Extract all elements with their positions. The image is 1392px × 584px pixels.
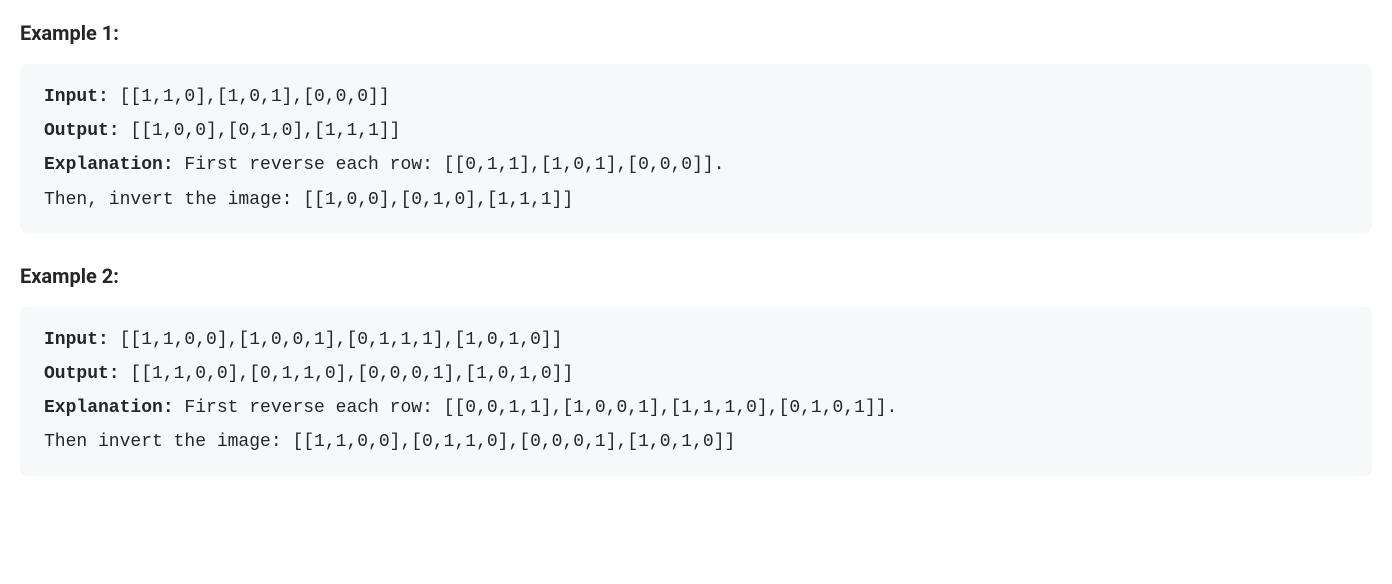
explanation-label: Explanation:: [44, 398, 174, 418]
output-value: [[1,1,0,0],[0,1,1,0],[0,0,0,1],[1,0,1,0]…: [120, 364, 574, 384]
example-section: Example 2: Input: [[1,1,0,0],[1,0,0,1],[…: [20, 261, 1372, 476]
example-heading: Example 1:: [20, 18, 1372, 48]
output-label: Output:: [44, 364, 120, 384]
example-heading: Example 2:: [20, 261, 1372, 291]
explanation-line2: Then invert the image: [[1,1,0,0],[0,1,1…: [44, 432, 735, 452]
explanation-line1: First reverse each row: [[0,0,1,1],[1,0,…: [174, 398, 898, 418]
input-label: Input:: [44, 87, 109, 107]
explanation-line2: Then, invert the image: [[1,0,0],[0,1,0]…: [44, 190, 573, 210]
explanation-label: Explanation:: [44, 155, 174, 175]
example-code-block: Input: [[1,1,0,0],[1,0,0,1],[0,1,1,1],[1…: [20, 307, 1372, 476]
example-section: Example 1: Input: [[1,1,0],[1,0,1],[0,0,…: [20, 18, 1372, 233]
input-label: Input:: [44, 330, 109, 350]
output-value: [[1,0,0],[0,1,0],[1,1,1]]: [120, 121, 401, 141]
explanation-line1: First reverse each row: [[0,1,1],[1,0,1]…: [174, 155, 725, 175]
example-code-block: Input: [[1,1,0],[1,0,1],[0,0,0]] Output:…: [20, 64, 1372, 233]
input-value: [[1,1,0,0],[1,0,0,1],[0,1,1,1],[1,0,1,0]…: [109, 330, 563, 350]
input-value: [[1,1,0],[1,0,1],[0,0,0]]: [109, 87, 390, 107]
output-label: Output:: [44, 121, 120, 141]
